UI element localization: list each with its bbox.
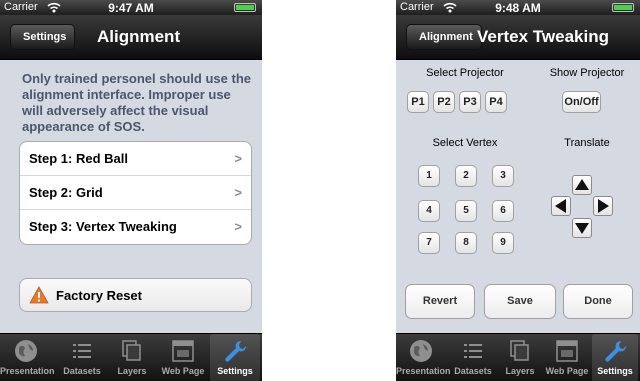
battery-icon xyxy=(612,3,634,12)
tab-bar: Presentation Datasets Layers Web Page Se… xyxy=(396,333,640,381)
alignment-screen: Carrier 9:47 AM Settings Alignment Only … xyxy=(0,0,262,381)
webpage-icon xyxy=(556,340,578,362)
step-label: Step 1: Red Ball xyxy=(29,151,128,166)
factory-reset-button[interactable]: Factory Reset xyxy=(19,278,252,312)
vertex-6-button[interactable]: 6 xyxy=(492,200,514,222)
step-label: Step 2: Grid xyxy=(29,185,103,200)
tab-layers[interactable]: Layers xyxy=(112,334,152,381)
steps-list: Step 1: Red Ball > Step 2: Grid > Step 3: … xyxy=(19,141,252,245)
chevron-right-icon: > xyxy=(234,151,242,166)
tab-settings[interactable]: Settings xyxy=(592,334,638,381)
status-bar: Carrier 9:47 AM xyxy=(0,0,262,15)
wrench-icon xyxy=(225,340,247,362)
globe-icon xyxy=(410,340,432,362)
status-time: 9:47 AM xyxy=(108,1,154,15)
save-button[interactable]: Save xyxy=(484,284,556,319)
tab-label: Presentation xyxy=(396,366,451,376)
status-time: 9:48 AM xyxy=(495,1,541,15)
tab-label: Datasets xyxy=(63,366,101,376)
on-off-button[interactable]: On/Off xyxy=(562,91,601,113)
done-button[interactable]: Done xyxy=(563,284,633,319)
tab-label: Settings xyxy=(597,366,633,376)
tab-label: Web Page xyxy=(161,366,205,376)
tab-label: Layers xyxy=(117,366,147,376)
tab-label: Web Page xyxy=(545,366,589,376)
layers-icon xyxy=(510,340,529,361)
status-bar: Carrier 9:48 AM xyxy=(396,0,640,15)
projector-p1-button[interactable]: P1 xyxy=(407,91,429,113)
vertex-3-button[interactable]: 3 xyxy=(492,165,514,187)
vertex-4-button[interactable]: 4 xyxy=(418,200,440,222)
tab-label: Datasets xyxy=(454,366,492,376)
tab-web-page[interactable]: Web Page xyxy=(544,334,590,381)
vertex-8-button[interactable]: 8 xyxy=(455,232,477,254)
wrench-icon xyxy=(605,340,627,362)
factory-reset-label: Factory Reset xyxy=(56,288,142,303)
back-button[interactable]: Alignment xyxy=(406,24,482,50)
warning-icon xyxy=(29,286,49,304)
select-vertex-label: Select Vertex xyxy=(432,137,498,149)
warning-notice: Only trained personel should use the ali… xyxy=(22,71,251,134)
translate-label: Translate xyxy=(564,137,610,149)
page-title: Alignment xyxy=(97,27,181,46)
back-button-label: Settings xyxy=(23,31,67,43)
battery-icon xyxy=(234,3,256,12)
translate-up-button[interactable] xyxy=(572,175,592,195)
arrow-left-icon xyxy=(555,199,566,213)
translate-left-button[interactable] xyxy=(551,196,571,216)
navigation-bar: Alignment Vertex Tweaking xyxy=(396,15,640,60)
layers-icon xyxy=(122,340,141,361)
vertex-2-button[interactable]: 2 xyxy=(455,165,477,187)
webpage-icon xyxy=(172,340,194,362)
show-projector-label: Show Projector xyxy=(549,67,625,79)
chevron-right-icon: > xyxy=(234,219,242,234)
vertex-9-button[interactable]: 9 xyxy=(492,232,514,254)
globe-icon xyxy=(15,340,37,362)
tab-datasets[interactable]: Datasets xyxy=(450,334,496,381)
translate-down-button[interactable] xyxy=(572,218,592,238)
tab-label: Settings xyxy=(217,366,253,376)
tab-datasets[interactable]: Datasets xyxy=(58,334,106,381)
tab-presentation[interactable]: Presentation xyxy=(396,334,451,381)
vertex-7-button[interactable]: 7 xyxy=(418,232,440,254)
tab-label: Layers xyxy=(505,366,535,376)
translate-right-button[interactable] xyxy=(593,196,613,216)
step-red-ball-row[interactable]: Step 1: Red Ball > xyxy=(20,142,251,176)
tab-settings[interactable]: Settings xyxy=(210,334,260,381)
step-label: Step 3: Vertex Tweaking xyxy=(29,219,177,234)
tab-label: Presentation xyxy=(0,366,55,376)
step-grid-row[interactable]: Step 2: Grid > xyxy=(20,176,251,210)
tab-bar: Presentation Datasets Layers Web Page Se… xyxy=(0,333,262,381)
arrow-down-icon xyxy=(575,223,589,234)
tab-web-page[interactable]: Web Page xyxy=(160,334,206,381)
projector-p3-button[interactable]: P3 xyxy=(459,91,481,113)
list-icon xyxy=(73,344,91,358)
step-vertex-tweaking-row[interactable]: Step 3: Vertex Tweaking > xyxy=(20,210,251,244)
page-title: Vertex Tweaking xyxy=(477,27,609,46)
arrow-right-icon xyxy=(598,199,609,213)
vertex-tweaking-screen: Carrier 9:48 AM Alignment Vertex Tweakin… xyxy=(396,0,640,381)
select-projector-label: Select Projector xyxy=(426,67,504,79)
revert-button[interactable]: Revert xyxy=(405,284,475,319)
arrow-up-icon xyxy=(575,179,589,190)
back-button[interactable]: Settings xyxy=(10,24,76,50)
tab-layers[interactable]: Layers xyxy=(500,334,540,381)
chevron-right-icon: > xyxy=(234,185,242,200)
vertex-1-button[interactable]: 1 xyxy=(418,165,440,187)
projector-p4-button[interactable]: P4 xyxy=(485,91,507,113)
list-icon xyxy=(464,344,482,358)
navigation-bar: Settings Alignment xyxy=(0,15,262,60)
projector-p2-button[interactable]: P2 xyxy=(433,91,455,113)
back-button-label: Alignment xyxy=(419,31,473,43)
tab-presentation[interactable]: Presentation xyxy=(0,334,55,381)
vertex-5-button[interactable]: 5 xyxy=(455,200,477,222)
